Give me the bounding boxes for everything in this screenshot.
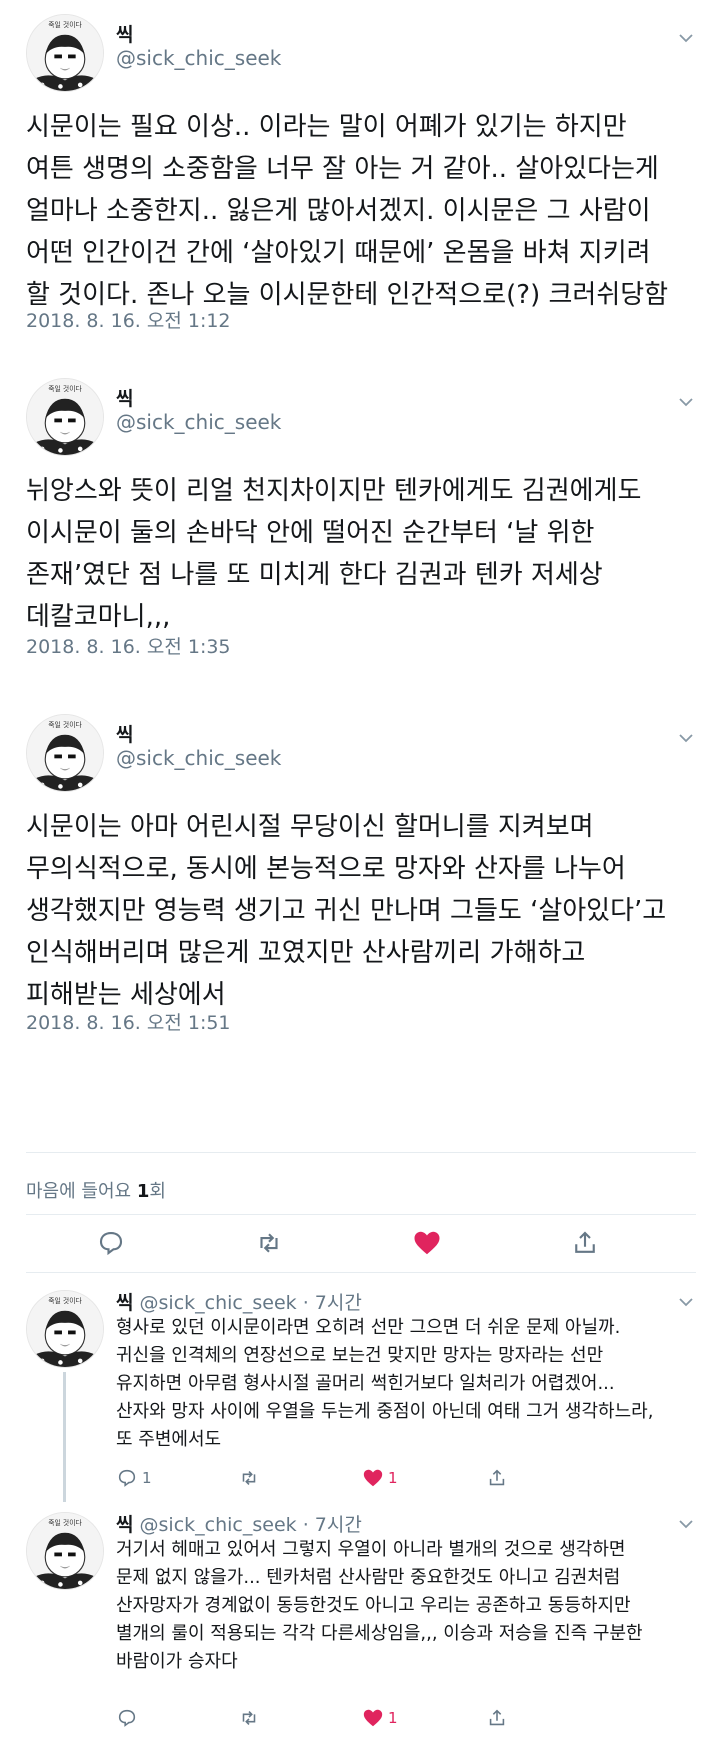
likes-number: 1 (136, 1181, 150, 1202)
reply-button[interactable] (96, 1228, 126, 1258)
reply-icon (99, 1231, 123, 1256)
divider (26, 1214, 696, 1215)
reply-icon (118, 1469, 136, 1487)
like-button[interactable]: 1 (362, 1466, 398, 1490)
reply-icon (118, 1709, 136, 1727)
display-name[interactable]: 씩 (116, 384, 133, 411)
display-name[interactable]: 씩 (116, 1514, 133, 1536)
reply-button[interactable] (116, 1706, 138, 1730)
reply-button[interactable]: 1 (116, 1466, 152, 1490)
reply-age: · 7시간 (302, 1292, 362, 1314)
avatar[interactable]: 죽일 것이다 (26, 1512, 104, 1590)
avatar-caption: 죽일 것이다 (48, 720, 82, 729)
like-count: 1 (388, 1469, 398, 1487)
chevron-down-icon[interactable] (676, 392, 696, 412)
tweet-timestamp[interactable]: 2018. 8. 16. 오전 1:51 (26, 1008, 231, 1035)
like-button[interactable]: 1 (362, 1706, 398, 1730)
avatar-caption: 죽일 것이다 (48, 1296, 82, 1305)
user-handle[interactable]: @sick_chic_seek (140, 1514, 297, 1536)
avatar-caption: 죽일 것이다 (48, 384, 82, 393)
retweet-icon (242, 1471, 256, 1485)
avatar[interactable]: 죽일 것이다 (26, 378, 104, 456)
avatar-caption: 죽일 것이다 (48, 20, 82, 29)
display-name[interactable]: 씩 (116, 720, 133, 747)
chevron-down-icon[interactable] (676, 1292, 696, 1312)
chevron-down-icon[interactable] (676, 1514, 696, 1534)
display-name[interactable]: 씩 (116, 20, 133, 47)
heart-icon (363, 1709, 383, 1727)
reply-text: 형사로 있던 이시문이라면 오히려 선만 그으면 더 쉬운 문제 아닐까. 귀신… (116, 1317, 654, 1450)
avatar[interactable]: 죽일 것이다 (26, 714, 104, 792)
heart-icon (414, 1231, 440, 1255)
like-button[interactable] (412, 1228, 442, 1258)
likes-count[interactable]: 마음에 들어요 1회 (26, 1177, 166, 1203)
like-count: 1 (388, 1709, 398, 1727)
heart-icon (363, 1469, 383, 1487)
retweet-icon (242, 1711, 256, 1725)
user-handle[interactable]: @sick_chic_seek (116, 410, 281, 434)
share-button[interactable] (570, 1228, 600, 1258)
share-icon (575, 1231, 595, 1253)
tweet-text: 시문이는 필요 이상.. 이라는 말이 어폐가 있기는 하지만 여튼 생명의 소… (26, 112, 669, 310)
tweet-text: 뉘앙스와 뜻이 리얼 천지차이지만 텐카에게도 김권에게도 이시문이 둘의 손바… (26, 476, 642, 632)
retweet-button[interactable] (254, 1228, 284, 1258)
retweet-button[interactable] (238, 1706, 260, 1730)
tweet-timestamp[interactable]: 2018. 8. 16. 오전 1:35 (26, 632, 231, 659)
display-name[interactable]: 씩 (116, 1292, 133, 1314)
thread-connector (63, 1372, 66, 1502)
share-button[interactable] (486, 1466, 508, 1490)
user-handle[interactable]: @sick_chic_seek (116, 46, 281, 70)
user-handle[interactable]: @sick_chic_seek (140, 1292, 297, 1314)
divider (26, 1152, 696, 1153)
avatar[interactable]: 죽일 것이다 (26, 14, 104, 92)
retweet-button[interactable] (238, 1466, 260, 1490)
chevron-down-icon[interactable] (676, 28, 696, 48)
share-icon (489, 1709, 505, 1726)
reply-text: 거기서 헤매고 있어서 그렇지 우열이 아니라 별개의 것으로 생각하면 문제 … (116, 1539, 643, 1672)
chevron-down-icon[interactable] (676, 728, 696, 748)
tweet-timestamp[interactable]: 2018. 8. 16. 오전 1:12 (26, 306, 231, 333)
likes-suffix: 회 (149, 1181, 166, 1202)
user-handle[interactable]: @sick_chic_seek (116, 746, 281, 770)
retweet-icon (260, 1233, 278, 1253)
reply-header: 씩 @sick_chic_seek · 7시간 (116, 1510, 362, 1537)
reply-age: · 7시간 (302, 1514, 362, 1536)
share-icon (489, 1469, 505, 1486)
avatar[interactable]: 죽일 것이다 (26, 1290, 104, 1368)
likes-label: 마음에 들어요 (26, 1181, 132, 1202)
reply-count: 1 (142, 1469, 152, 1487)
reply-header: 씩 @sick_chic_seek · 7시간 (116, 1288, 362, 1315)
avatar-caption: 죽일 것이다 (48, 1518, 82, 1527)
share-button[interactable] (486, 1706, 508, 1730)
tweet-text: 시문이는 아마 어린시절 무당이신 할머니를 지켜보며 무의식적으로, 동시에 … (26, 812, 667, 1010)
divider (26, 1272, 696, 1273)
